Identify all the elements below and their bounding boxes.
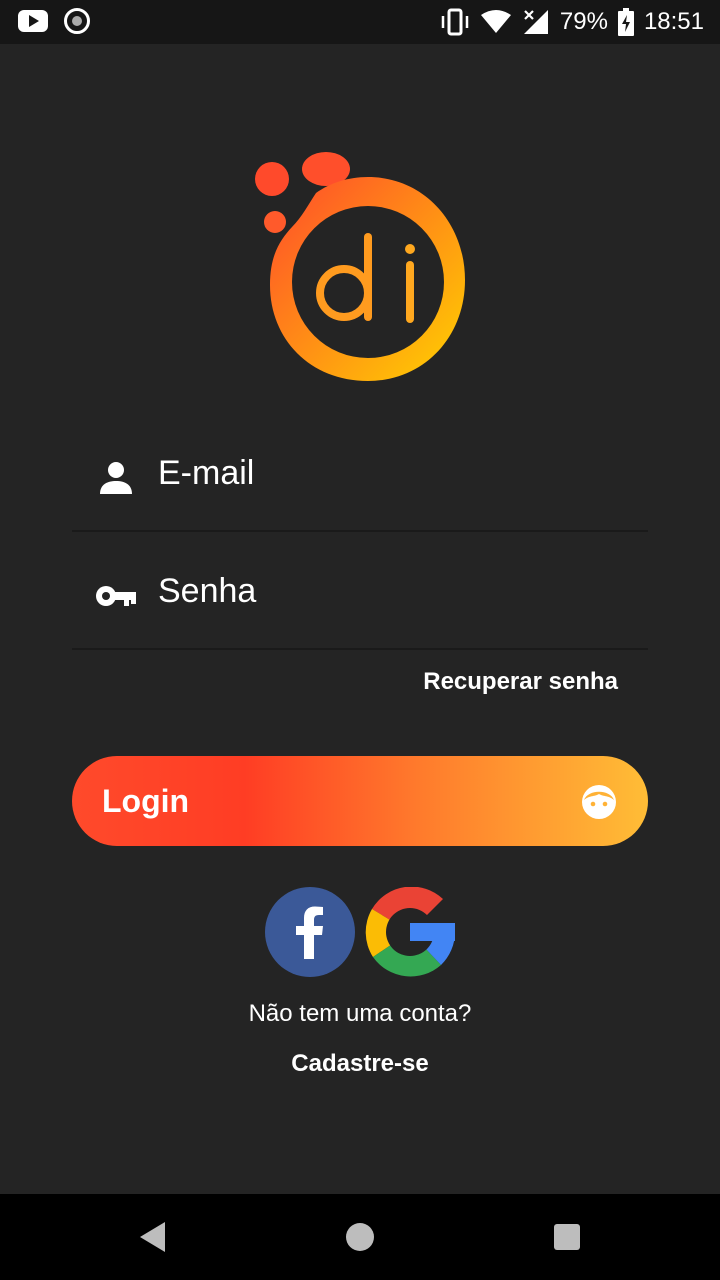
navigation-bar (0, 1194, 720, 1280)
email-placeholder: E-mail (158, 454, 255, 492)
battery-percent: 79% (559, 8, 608, 35)
email-field[interactable]: E-mail (72, 420, 648, 532)
record-icon (64, 8, 90, 34)
google-button[interactable] (365, 887, 455, 977)
face-icon (582, 785, 616, 819)
signal-icon (523, 10, 548, 34)
no-account-text: Não tem uma conta? (248, 1000, 472, 1027)
password-field[interactable]: Senha (72, 538, 648, 650)
home-icon[interactable] (346, 1223, 374, 1251)
facebook-button[interactable] (265, 887, 355, 977)
password-placeholder: Senha (158, 572, 257, 610)
wifi-icon (480, 10, 511, 33)
person-icon (100, 462, 132, 494)
recover-password-link[interactable]: Recuperar senha (423, 668, 618, 696)
login-button[interactable]: Login (72, 756, 648, 846)
status-bar: 79% 18:51 (0, 0, 720, 44)
signup-link[interactable]: Cadastre-se (0, 1050, 720, 1078)
vibrate-icon (441, 8, 469, 36)
battery-charging-icon (617, 8, 634, 36)
app-logo (255, 152, 465, 381)
login-label: Login (102, 783, 190, 819)
back-icon[interactable] (140, 1222, 165, 1252)
youtube-icon (18, 10, 48, 32)
key-icon (96, 586, 136, 606)
clock: 18:51 (643, 8, 704, 35)
recents-icon[interactable] (554, 1224, 580, 1250)
